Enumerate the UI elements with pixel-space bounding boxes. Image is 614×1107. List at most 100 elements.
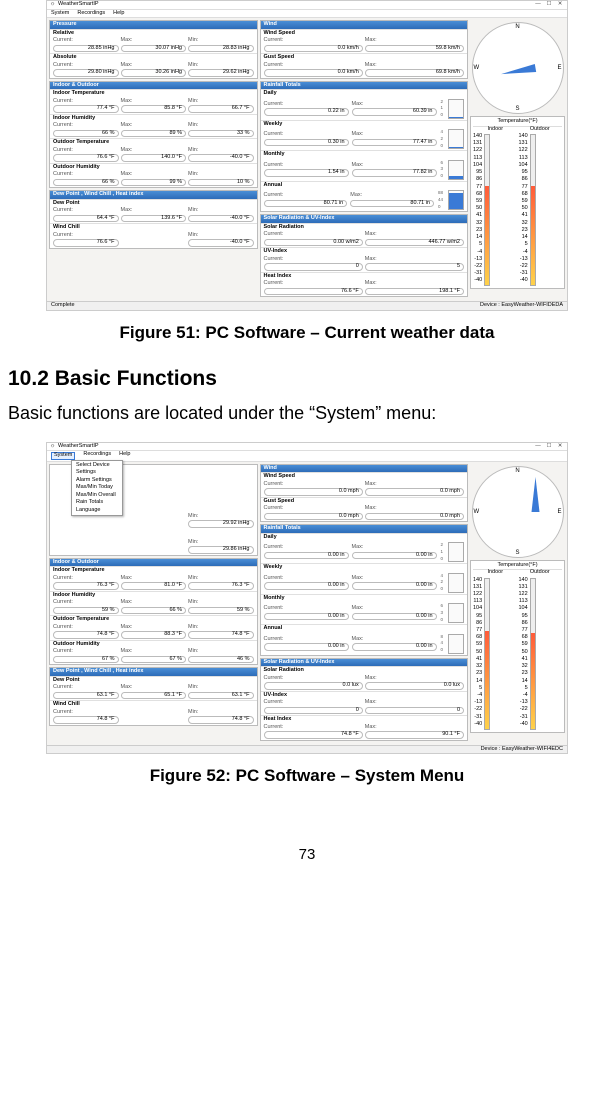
relative-current[interactable]: 28.85 inHg <box>53 45 119 53</box>
monthly-max[interactable]: 0.00 in <box>352 613 437 621</box>
menu-alarm-settings[interactable]: Alarm Settings <box>72 477 122 485</box>
outdoor-hum-min[interactable]: 10 % <box>188 179 254 187</box>
solar-rad-current[interactable]: 0.00 w/m2 <box>264 239 363 247</box>
windspeed-current[interactable]: 0.0 km/h <box>264 45 363 53</box>
outdoor-temp-max[interactable]: 140.0 °F <box>121 154 187 162</box>
minimize-button[interactable]: — <box>534 2 542 8</box>
menu-language[interactable]: Language <box>72 507 122 515</box>
outdoor-temp-min[interactable]: -40.0 °F <box>188 154 254 162</box>
menu-help[interactable]: Help <box>119 452 130 460</box>
weekly-max[interactable]: 77.47 in <box>352 139 437 147</box>
outdoor-hum-max[interactable]: 99 % <box>121 179 187 187</box>
figure-51-caption: Figure 51: PC Software – Current weather… <box>8 323 606 343</box>
dewpoint-current[interactable]: 64.4 °F <box>53 215 119 223</box>
annual-max[interactable]: 0.00 in <box>352 643 437 651</box>
outdoor-hum-min[interactable]: 46 % <box>188 656 254 664</box>
indoor-temp-min[interactable]: 66.7 °F <box>188 105 254 113</box>
relative-max[interactable]: 30.07 inHg <box>121 45 187 53</box>
annual-max[interactable]: 80.71 in <box>350 200 434 208</box>
indoor-temp-max[interactable]: 85.8 °F <box>121 105 187 113</box>
dewpoint-current[interactable]: 63.1 °F <box>53 692 119 700</box>
weekly-max[interactable]: 0.00 in <box>352 582 437 590</box>
indoor-hum-min[interactable]: 33 % <box>188 130 254 138</box>
uv-max[interactable]: 0 <box>365 707 464 715</box>
indoor-hum-max[interactable]: 66 % <box>121 607 187 615</box>
indoor-temp-min[interactable]: 76.3 °F <box>188 582 254 590</box>
indoor-temp-current[interactable]: 76.3 °F <box>53 582 119 590</box>
menu-maxmin-today[interactable]: Max/Min Today <box>72 484 122 492</box>
menu-recordings[interactable]: Recordings <box>83 452 111 460</box>
monthly-max[interactable]: 77.82 in <box>352 169 437 177</box>
dewpoint-min[interactable]: -40.0 °F <box>188 215 254 223</box>
absolute-max[interactable]: 30.26 inHg <box>121 69 187 77</box>
outdoor-hum-current[interactable]: 66 % <box>53 179 119 187</box>
weekly-current[interactable]: 0.30 in <box>264 139 349 147</box>
windspeed-max[interactable]: 59.8 km/h <box>365 45 464 53</box>
windspeed-max[interactable]: 0.0 mph <box>365 488 464 496</box>
annual-current[interactable]: 80.71 in <box>264 200 348 208</box>
gust-max[interactable]: 69.8 km/h <box>365 69 464 77</box>
windchill-min[interactable]: 74.8 °F <box>188 716 254 724</box>
close-button[interactable]: ✕ <box>556 444 564 450</box>
relative-min[interactable]: 29.92 inHg <box>188 520 254 528</box>
heat-max[interactable]: 90.1 °F <box>365 731 464 739</box>
uv-current[interactable]: 0 <box>264 707 363 715</box>
outdoor-temp-max[interactable]: 88.3 °F <box>121 631 187 639</box>
gust-max[interactable]: 0.0 mph <box>365 513 464 521</box>
daily-current[interactable]: 0.22 in <box>264 108 349 116</box>
menu-select-device[interactable]: Select Device <box>72 462 122 470</box>
dewpoint-max[interactable]: 65.1 °F <box>121 692 187 700</box>
daily-max[interactable]: 0.00 in <box>352 552 437 560</box>
windchill-current[interactable]: 74.8 °F <box>53 716 119 724</box>
windspeed-current[interactable]: 0.0 mph <box>264 488 363 496</box>
windchill-min[interactable]: -40.0 °F <box>188 239 254 247</box>
heat-max[interactable]: 198.1 °F <box>365 288 464 296</box>
indoor-hum-current[interactable]: 59 % <box>53 607 119 615</box>
dewpoint-min[interactable]: 63.1 °F <box>188 692 254 700</box>
menu-settings[interactable]: Settings <box>72 469 122 477</box>
outdoor-temp-current[interactable]: 74.8 °F <box>53 631 119 639</box>
absolute-min[interactable]: 29.86 inHg <box>188 546 254 554</box>
close-button[interactable]: ✕ <box>556 2 564 8</box>
weekly-current[interactable]: 0.00 in <box>264 582 349 590</box>
dewpoint-max[interactable]: 139.6 °F <box>121 215 187 223</box>
daily-max[interactable]: 60.39 in <box>352 108 437 116</box>
heat-current[interactable]: 74.8 °F <box>264 731 363 739</box>
indoor-hum-min[interactable]: 59 % <box>188 607 254 615</box>
menu-system[interactable]: System <box>51 452 75 460</box>
solar-rad-max[interactable]: 446.77 w/m2 <box>365 239 464 247</box>
indoor-temp-max[interactable]: 81.0 °F <box>121 582 187 590</box>
indoor-temp-current[interactable]: 77.4 °F <box>53 105 119 113</box>
menu-rain-totals[interactable]: Rain Totals <box>72 499 122 507</box>
menu-help[interactable]: Help <box>113 11 124 17</box>
monthly-current[interactable]: 0.00 in <box>264 613 349 621</box>
outdoor-temp-current[interactable]: 76.6 °F <box>53 154 119 162</box>
menu-maxmin-overall[interactable]: Max/Min Overall <box>72 492 122 500</box>
outdoor-hum-max[interactable]: 67 % <box>121 656 187 664</box>
menu-system[interactable]: System <box>51 11 69 17</box>
gust-current[interactable]: 0.0 km/h <box>264 69 363 77</box>
app-icon: ☼ <box>50 2 55 8</box>
annual-current[interactable]: 0.00 in <box>264 643 349 651</box>
daily-current[interactable]: 0.00 in <box>264 552 349 560</box>
solar-rad-max[interactable]: 0.0 lux <box>365 682 464 690</box>
indoor-hum-current[interactable]: 66 % <box>53 130 119 138</box>
outdoor-temp-min[interactable]: 74.8 °F <box>188 631 254 639</box>
menu-recordings[interactable]: Recordings <box>77 11 105 17</box>
compass-widget: N S E W <box>472 466 564 558</box>
absolute-current[interactable]: 29.80 inHg <box>53 69 119 77</box>
heat-current[interactable]: 76.6 °F <box>264 288 363 296</box>
relative-min[interactable]: 28.83 inHg <box>188 45 254 53</box>
absolute-min[interactable]: 29.62 inHg <box>188 69 254 77</box>
solar-rad-current[interactable]: 0.0 lux <box>264 682 363 690</box>
maximize-button[interactable]: ☐ <box>545 2 553 8</box>
indoor-hum-max[interactable]: 89 % <box>121 130 187 138</box>
maximize-button[interactable]: ☐ <box>545 444 553 450</box>
monthly-current[interactable]: 1.54 in <box>264 169 349 177</box>
uv-max[interactable]: 5 <box>365 263 464 271</box>
uv-current[interactable]: 0 <box>264 263 363 271</box>
outdoor-hum-current[interactable]: 67 % <box>53 656 119 664</box>
gust-current[interactable]: 0.0 mph <box>264 513 363 521</box>
windchill-current[interactable]: 76.6 °F <box>53 239 119 247</box>
minimize-button[interactable]: — <box>534 444 542 450</box>
